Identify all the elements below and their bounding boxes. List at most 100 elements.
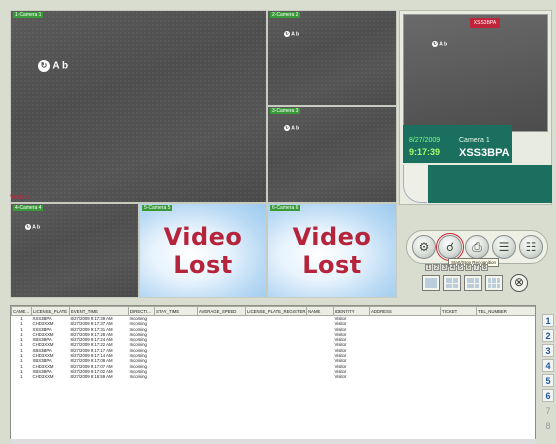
recognition-date: 8/27/2009	[409, 137, 441, 144]
recognition-camera: Camera 1	[459, 137, 490, 144]
recognition-plate: XSS3BPA	[459, 147, 510, 159]
column-header[interactable]: CAME...	[11, 306, 32, 316]
ab-logo-icon: ↻	[38, 60, 50, 72]
camera-2-view[interactable]: 2-Camera 2 ↻ A b	[267, 10, 397, 106]
channel-page-3[interactable]: 3	[441, 264, 448, 271]
column-header[interactable]: LICENSE_PLATE_REGISTER...	[245, 306, 307, 316]
report-icon: ☰	[498, 240, 510, 254]
camera-3-label: 3-Camera 3	[270, 108, 301, 114]
camera-icon: ⚙	[418, 240, 430, 254]
table-cell	[441, 374, 477, 379]
page-tab-8[interactable]: 8	[542, 419, 554, 432]
layout-2x2-button[interactable]	[443, 275, 461, 291]
column-header[interactable]: IDENTITY	[333, 306, 370, 316]
camera-4-watermark: ↻ A b	[25, 224, 41, 231]
video-lost-text: Video Lost	[292, 222, 372, 279]
network-icon: ☷	[525, 240, 537, 254]
ab-logo-icon: ↻	[284, 125, 290, 131]
visitor-tag: Visitors	[10, 195, 30, 201]
recognition-time: 9:17:39	[409, 147, 441, 157]
camera-2-watermark: ↻ A b	[284, 31, 300, 38]
channel-page-5[interactable]: 5	[457, 264, 464, 271]
column-header[interactable]: LICENSE_PLATE	[31, 306, 70, 316]
column-header[interactable]: TEL_NUMBER	[476, 306, 535, 316]
camera-2-label: 2-Camera 2	[270, 12, 301, 18]
page-tab-4[interactable]: 4	[542, 359, 554, 372]
table-cell: CHD3XXM	[32, 374, 54, 380]
recognition-panel: XSS3BPA ↻ A b 8/27/2009 9:17:39 Camera 1…	[399, 10, 552, 205]
page-tab-5[interactable]: 5	[542, 374, 554, 387]
snapshot-watermark: ↻ A b	[432, 41, 448, 48]
panel-corner	[403, 165, 427, 203]
recognition-detail-box	[428, 165, 552, 203]
recognition-icon: ☌	[445, 240, 455, 254]
export-button[interactable]: ⎙	[465, 235, 489, 259]
close-icon[interactable]: ⊗	[510, 274, 528, 292]
ab-logo-icon: ↻	[284, 31, 290, 37]
layout-selector: ⊗	[422, 274, 528, 292]
table-cell	[198, 374, 246, 379]
page-tab-6[interactable]: 6	[542, 389, 554, 402]
column-header[interactable]: STAY_TIME	[154, 306, 198, 316]
event-log-table: CAME... LICENSE_PLATE EVENT_TIME DIRECTI...…	[10, 305, 536, 444]
column-header[interactable]: NAME	[306, 306, 334, 316]
camera-4-view[interactable]: 4-Camera 4 ↻ A b	[10, 203, 139, 298]
network-button[interactable]: ☷	[519, 235, 543, 259]
column-header[interactable]: DIRECTI...	[128, 306, 155, 316]
channel-page-7[interactable]: 7	[473, 264, 480, 271]
table-row[interactable]: 1 CHD3XXM 8/27/2009 9:16:59 AM Incoming Visi…	[12, 374, 536, 380]
table-cell	[307, 374, 334, 379]
camera-4-label: 4-Camera 4	[13, 205, 44, 211]
recognition-info: 8/27/2009 9:17:39 Camera 1 XSS3BPA	[403, 125, 512, 163]
channel-page-8[interactable]: 8	[481, 264, 488, 271]
plate-snapshot: XSS3BPA ↻ A b	[403, 14, 548, 132]
ab-logo-icon: ↻	[432, 41, 438, 47]
report-button[interactable]: ☰	[492, 235, 516, 259]
table-cell: 8/27/2009 9:16:59 AM	[70, 374, 113, 380]
camera-1-label: 1-Camera 1	[13, 12, 44, 18]
page-tab-7[interactable]: 7	[542, 404, 554, 417]
camera-6-label: 6-Camera 6	[270, 205, 301, 211]
channel-page-1[interactable]: 1	[425, 264, 432, 271]
table-cell	[155, 374, 198, 379]
column-header[interactable]: EVENT_TIME	[69, 306, 129, 316]
page-tab-3[interactable]: 3	[542, 344, 554, 357]
layout-3x3-button[interactable]	[485, 275, 503, 291]
table-cell: Visitor	[334, 374, 347, 380]
column-header[interactable]: ADDRESS	[369, 306, 441, 316]
table-cell	[477, 374, 536, 379]
start-stop-recognition-button[interactable]: ☌	[436, 233, 464, 261]
page-tabs: 1 2 3 4 5 6 7 8	[542, 314, 556, 434]
video-lost-text: Video Lost	[163, 222, 243, 279]
camera-1-view[interactable]: 1-Camera 1 ↻ A b	[10, 10, 267, 203]
camera-3-watermark: ↻ A b	[284, 125, 300, 132]
channel-page-selector: 1 2 3 4 5 6 7 8	[425, 264, 488, 271]
page-tab-1[interactable]: 1	[542, 314, 554, 327]
table-cell	[370, 374, 441, 379]
table-cell: Incoming	[129, 374, 147, 380]
table-body: 1 XSS3BPA 8/27/2009 9:17:39 AM Incoming Visi…	[12, 316, 536, 380]
channel-page-4[interactable]: 4	[449, 264, 456, 271]
horizontal-scrollbar[interactable]	[10, 439, 536, 444]
camera-3-view[interactable]: 3-Camera 3 ↻ A b	[267, 106, 397, 203]
control-panel: ⚙ ☌ ⎙ ☰ ☷ Start/Stop Recognition 1 2 3 4…	[399, 220, 552, 305]
channel-page-6[interactable]: 6	[465, 264, 472, 271]
column-header[interactable]: AVERAGE_SPEED	[197, 306, 246, 316]
ab-logo-icon: ↻	[25, 224, 31, 230]
table-header-row: CAME... LICENSE_PLATE EVENT_TIME DIRECTI...…	[11, 306, 535, 316]
page-tab-2[interactable]: 2	[542, 329, 554, 342]
camera-6-view[interactable]: 6-Camera 6 Video Lost	[267, 203, 397, 298]
camera-1-watermark: ↻ A b	[38, 60, 68, 72]
plate-highlight-tag: XSS3BPA	[470, 18, 500, 28]
table-cell: 1	[20, 374, 23, 380]
layout-1plus5-button[interactable]	[464, 275, 482, 291]
camera-settings-button[interactable]: ⚙	[412, 235, 436, 259]
camera-5-view[interactable]: 5-Camera 5 Video Lost	[139, 203, 267, 298]
export-icon: ⎙	[472, 240, 482, 254]
column-header[interactable]: TICKET	[440, 306, 477, 316]
layout-1x1-button[interactable]	[422, 275, 440, 291]
lpr-application-window: 1-Camera 1 ↻ A b 2-Camera 2 ↻ A b 3-Came…	[0, 0, 556, 444]
channel-page-2[interactable]: 2	[433, 264, 440, 271]
table-cell	[246, 374, 307, 379]
camera-5-label: 5-Camera 5	[142, 205, 173, 211]
